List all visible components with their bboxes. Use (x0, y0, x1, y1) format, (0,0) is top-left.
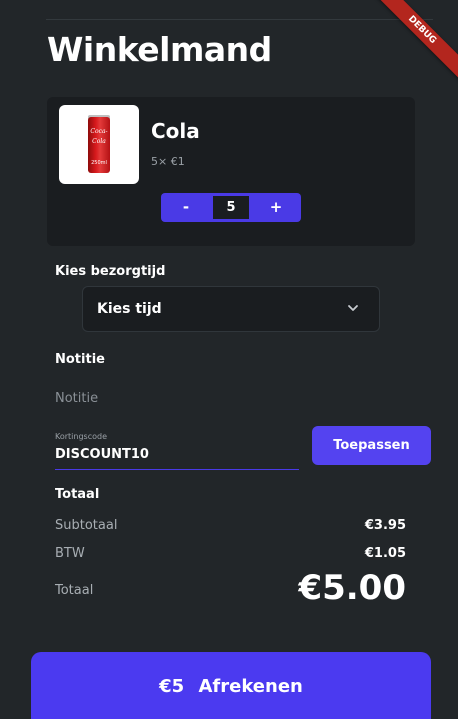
debug-badge: DEBUG (368, 0, 458, 86)
discount-field: Kortingscode (55, 430, 299, 470)
totals-heading: Totaal (55, 487, 100, 502)
checkout-button[interactable]: €5 Afrekenen (31, 652, 431, 719)
delivery-time-label: Kies bezorgtijd (55, 264, 166, 279)
discount-input[interactable] (55, 444, 295, 464)
discount-label: Kortingscode (55, 432, 107, 441)
product-image: Coca-Cola 250ml (59, 105, 139, 184)
can-brand-text: Coca-Cola (90, 128, 108, 145)
debug-banner-wrap: DEBUG (368, 0, 458, 90)
page-title: Winkelmand (47, 30, 272, 69)
quantity-value[interactable]: 5 (213, 196, 249, 219)
chevron-down-icon (348, 305, 358, 311)
tax-label: BTW (55, 546, 85, 561)
increase-button[interactable]: + (251, 193, 301, 222)
total-value: €5.00 (298, 568, 406, 608)
tax-value: €1.05 (364, 546, 406, 561)
quantity-stepper: - 5 + (161, 193, 301, 222)
subtotal-value: €3.95 (364, 518, 406, 533)
product-qty-price: 5× €1 (151, 155, 185, 168)
total-label: Totaal (55, 583, 94, 598)
product-name: Cola (151, 119, 200, 143)
delivery-time-value: Kies tijd (97, 301, 162, 317)
can-volume-text: 250ml (91, 160, 107, 166)
note-label: Notitie (55, 352, 105, 367)
apply-discount-button[interactable]: Toepassen (312, 426, 431, 465)
decrease-button[interactable]: - (161, 193, 211, 222)
checkout-amount: €5 (159, 676, 185, 697)
note-input[interactable] (55, 387, 415, 409)
checkout-label: Afrekenen (198, 676, 303, 697)
delivery-time-select[interactable]: Kies tijd (82, 286, 380, 332)
subtotal-label: Subtotaal (55, 518, 118, 533)
cart-item-card: Coca-Cola 250ml Cola 5× €1 - 5 + (47, 97, 415, 246)
